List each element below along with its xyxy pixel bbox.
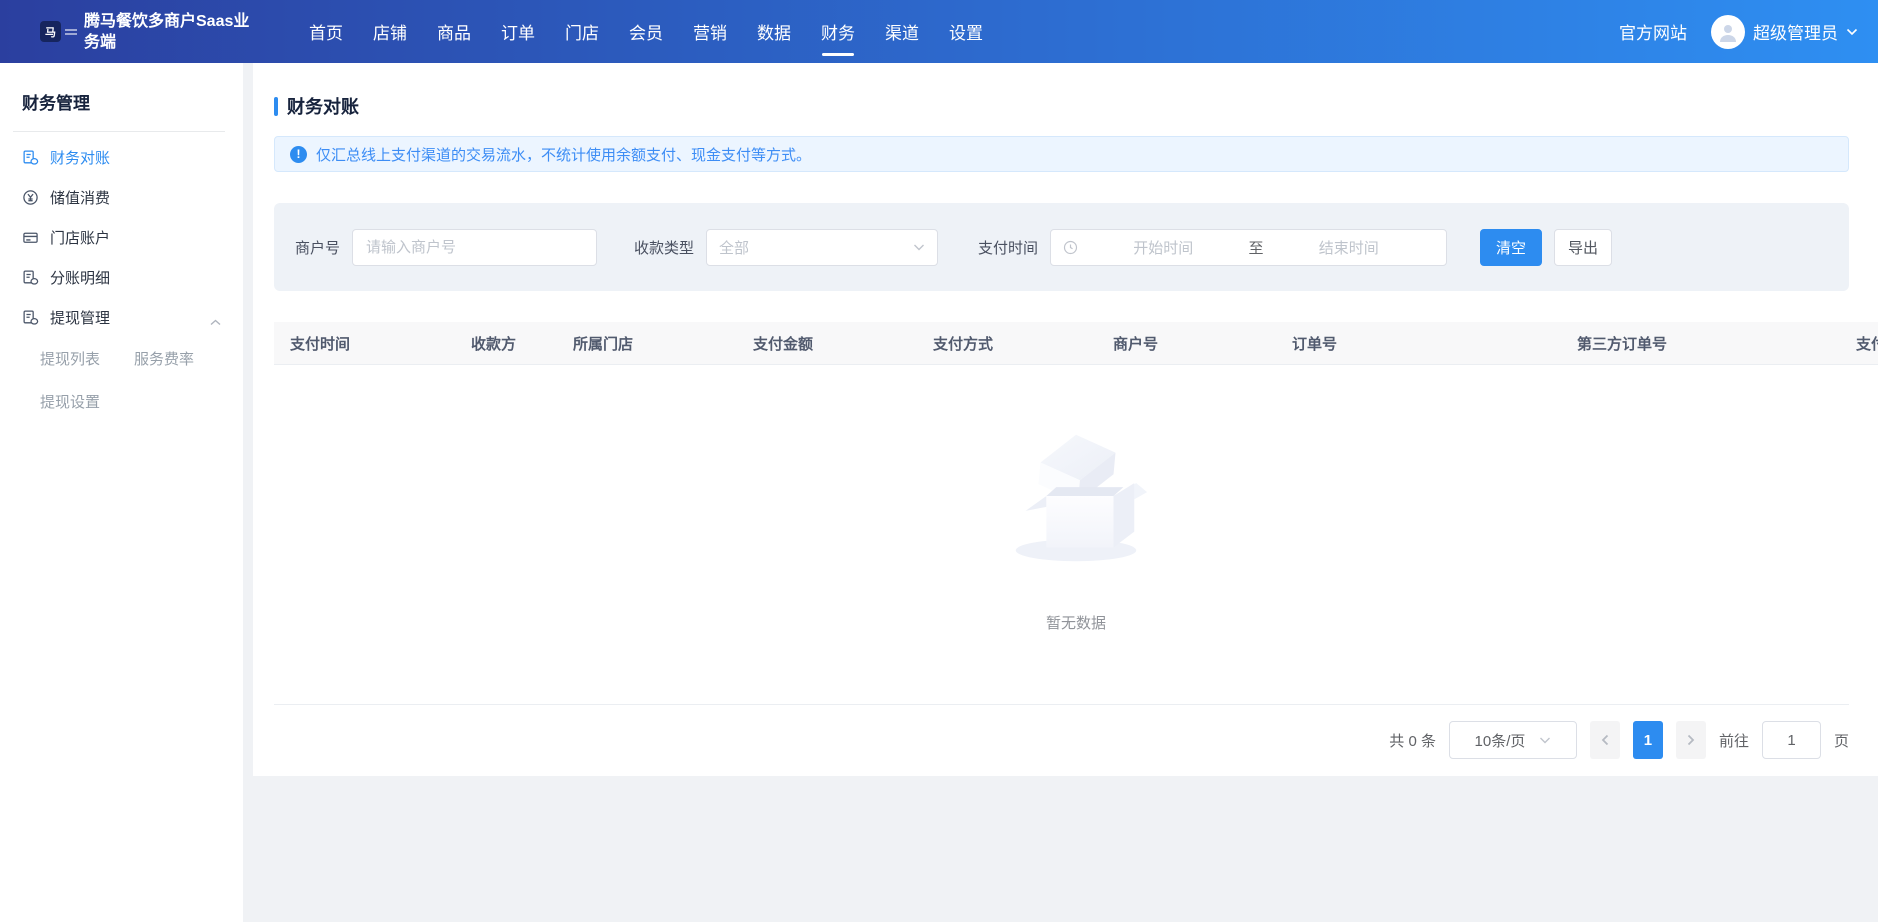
column-header: 订单号 xyxy=(1276,333,1561,354)
end-time-placeholder: 结束时间 xyxy=(1264,237,1435,258)
range-separator: 至 xyxy=(1249,237,1264,258)
payment-time-range-picker[interactable]: 开始时间 至 结束时间 xyxy=(1050,229,1447,266)
sidebar-item-reconciliation[interactable]: 财务对账 xyxy=(0,137,243,177)
payment-type-select[interactable]: 全部 xyxy=(706,229,938,266)
merchant-id-input[interactable] xyxy=(352,229,597,266)
start-time-placeholder: 开始时间 xyxy=(1078,237,1249,258)
sidebar-subitem-withdraw-settings[interactable]: 提现设置 xyxy=(40,391,100,412)
nav-item-marketing[interactable]: 营销 xyxy=(678,0,742,63)
nav-item-home[interactable]: 首页 xyxy=(294,0,358,63)
export-button[interactable]: 导出 xyxy=(1554,229,1612,266)
prev-page-button[interactable] xyxy=(1590,721,1620,759)
nav-item-settings[interactable]: 设置 xyxy=(934,0,998,63)
navbar-right: 官方网站 超级管理员 xyxy=(1619,15,1878,49)
nav-item-finance[interactable]: 财务 xyxy=(806,0,870,63)
nav-item-data[interactable]: 数据 xyxy=(742,0,806,63)
sidebar-item-store-account[interactable]: 门店账户 xyxy=(0,217,243,257)
chevron-down-icon xyxy=(913,244,925,251)
sidebar-item-label: 门店账户 xyxy=(50,227,110,248)
column-header: 收款方 xyxy=(455,333,557,354)
nav-item-shop[interactable]: 店铺 xyxy=(358,0,422,63)
user-name: 超级管理员 xyxy=(1753,19,1838,44)
title-accent-bar xyxy=(274,97,278,116)
column-header: 支付方式 xyxy=(917,333,1097,354)
sidebar-item-stored-value[interactable]: 储值消费 xyxy=(0,177,243,217)
chevron-down-icon xyxy=(1846,28,1858,36)
page-title-row: 财务对账 xyxy=(274,93,1878,119)
main-content: 财务对账 ! 仅汇总线上支付渠道的交易流水，不统计使用余额支付、现金支付等方式。… xyxy=(253,63,1878,776)
sidebar-title: 财务管理 xyxy=(22,89,243,114)
next-page-button[interactable] xyxy=(1676,721,1706,759)
withdraw-submenu-row: 提现列表 服务费率 xyxy=(0,337,243,380)
main-nav: 首页 店铺 商品 订单 门店 会员 营销 数据 财务 渠道 设置 xyxy=(294,0,998,63)
top-navbar: 马 腾马餐饮多商户Saas业务端 首页 店铺 商品 订单 门店 会员 营销 数据… xyxy=(0,0,1878,63)
payment-time-label: 支付时间 xyxy=(978,237,1038,258)
total-count: 共 0 条 xyxy=(1389,730,1436,751)
withdraw-submenu-row: 提现设置 xyxy=(0,380,243,423)
empty-text: 暂无数据 xyxy=(1046,612,1106,633)
coins-icon xyxy=(22,309,39,326)
column-header: 商户号 xyxy=(1097,333,1276,354)
sidebar-subitem-withdraw-list[interactable]: 提现列表 xyxy=(40,348,100,369)
nav-item-orders[interactable]: 订单 xyxy=(486,0,550,63)
empty-state: 暂无数据 xyxy=(274,365,1878,704)
yen-circle-icon xyxy=(22,189,39,206)
page-size-value: 10条/页 xyxy=(1475,730,1526,751)
sidebar-item-label: 分账明细 xyxy=(50,267,110,288)
chevron-right-icon xyxy=(1687,734,1695,746)
column-header: 第三方订单号 xyxy=(1561,333,1840,354)
alert-text: 仅汇总线上支付渠道的交易流水，不统计使用余额支付、现金支付等方式。 xyxy=(316,144,811,165)
sidebar-subitem-service-rate[interactable]: 服务费率 xyxy=(134,348,194,369)
coins-icon xyxy=(22,149,39,166)
clock-icon xyxy=(1063,240,1078,255)
nav-item-channels[interactable]: 渠道 xyxy=(870,0,934,63)
sidebar-item-label: 财务对账 xyxy=(50,147,110,168)
info-circle-icon: ! xyxy=(290,146,307,163)
clear-button[interactable]: 清空 xyxy=(1480,229,1542,266)
page-size-select[interactable]: 10条/页 xyxy=(1449,721,1577,759)
chevron-left-icon xyxy=(1601,734,1609,746)
user-icon xyxy=(1717,21,1739,43)
nav-item-goods[interactable]: 商品 xyxy=(422,0,486,63)
sidebar-item-label: 提现管理 xyxy=(50,307,110,328)
sidebar-item-label: 储值消费 xyxy=(50,187,110,208)
chevron-down-icon xyxy=(1539,737,1551,744)
nav-item-stores[interactable]: 门店 xyxy=(550,0,614,63)
payment-type-value: 全部 xyxy=(719,237,913,258)
page-number-1[interactable]: 1 xyxy=(1633,721,1663,759)
avatar xyxy=(1711,15,1745,49)
sidebar-item-withdraw[interactable]: 提现管理 xyxy=(0,297,243,337)
page-title: 财务对账 xyxy=(287,93,359,119)
pagination: 共 0 条 10条/页 1 前往 页 xyxy=(253,705,1878,775)
column-header: 支付 xyxy=(1840,333,1878,354)
page-unit-label: 页 xyxy=(1834,730,1849,751)
user-menu[interactable]: 超级管理员 xyxy=(1711,15,1858,49)
column-header: 支付金额 xyxy=(737,333,917,354)
nav-item-members[interactable]: 会员 xyxy=(614,0,678,63)
goto-page-input[interactable] xyxy=(1762,721,1821,759)
app-title: 腾马餐饮多商户Saas业务端 xyxy=(84,11,262,53)
reconciliation-table: 支付时间 收款方 所属门店 支付金额 支付方式 商户号 订单号 第三方订单号 支… xyxy=(274,322,1878,704)
coins-icon xyxy=(22,269,39,286)
merchant-id-label: 商户号 xyxy=(295,237,340,258)
payment-type-label: 收款类型 xyxy=(634,237,694,258)
logo-micro-text xyxy=(65,27,77,37)
app-logo-icon: 马 xyxy=(40,21,61,42)
info-alert: ! 仅汇总线上支付渠道的交易流水，不统计使用余额支付、现金支付等方式。 xyxy=(274,136,1849,172)
sidebar-menu: 财务对账 储值消费 门店账户 xyxy=(0,137,243,423)
column-header: 所属门店 xyxy=(557,333,737,354)
chevron-up-icon xyxy=(210,313,221,330)
brand: 马 腾马餐饮多商户Saas业务端 xyxy=(40,11,280,53)
empty-box-illustration xyxy=(997,422,1155,572)
filter-panel: 商户号 收款类型 全部 支付时间 开始时间 至 结束时间 清空 导出 xyxy=(274,203,1849,291)
official-site-link[interactable]: 官方网站 xyxy=(1619,19,1687,44)
column-header: 支付时间 xyxy=(274,333,455,354)
goto-label: 前往 xyxy=(1719,730,1749,751)
sidebar: 财务管理 财务对账 储值消费 xyxy=(0,63,243,922)
table-header-row: 支付时间 收款方 所属门店 支付金额 支付方式 商户号 订单号 第三方订单号 支… xyxy=(274,322,1878,365)
sidebar-item-split-detail[interactable]: 分账明细 xyxy=(0,257,243,297)
sidebar-divider xyxy=(13,131,225,132)
card-icon xyxy=(22,229,39,246)
